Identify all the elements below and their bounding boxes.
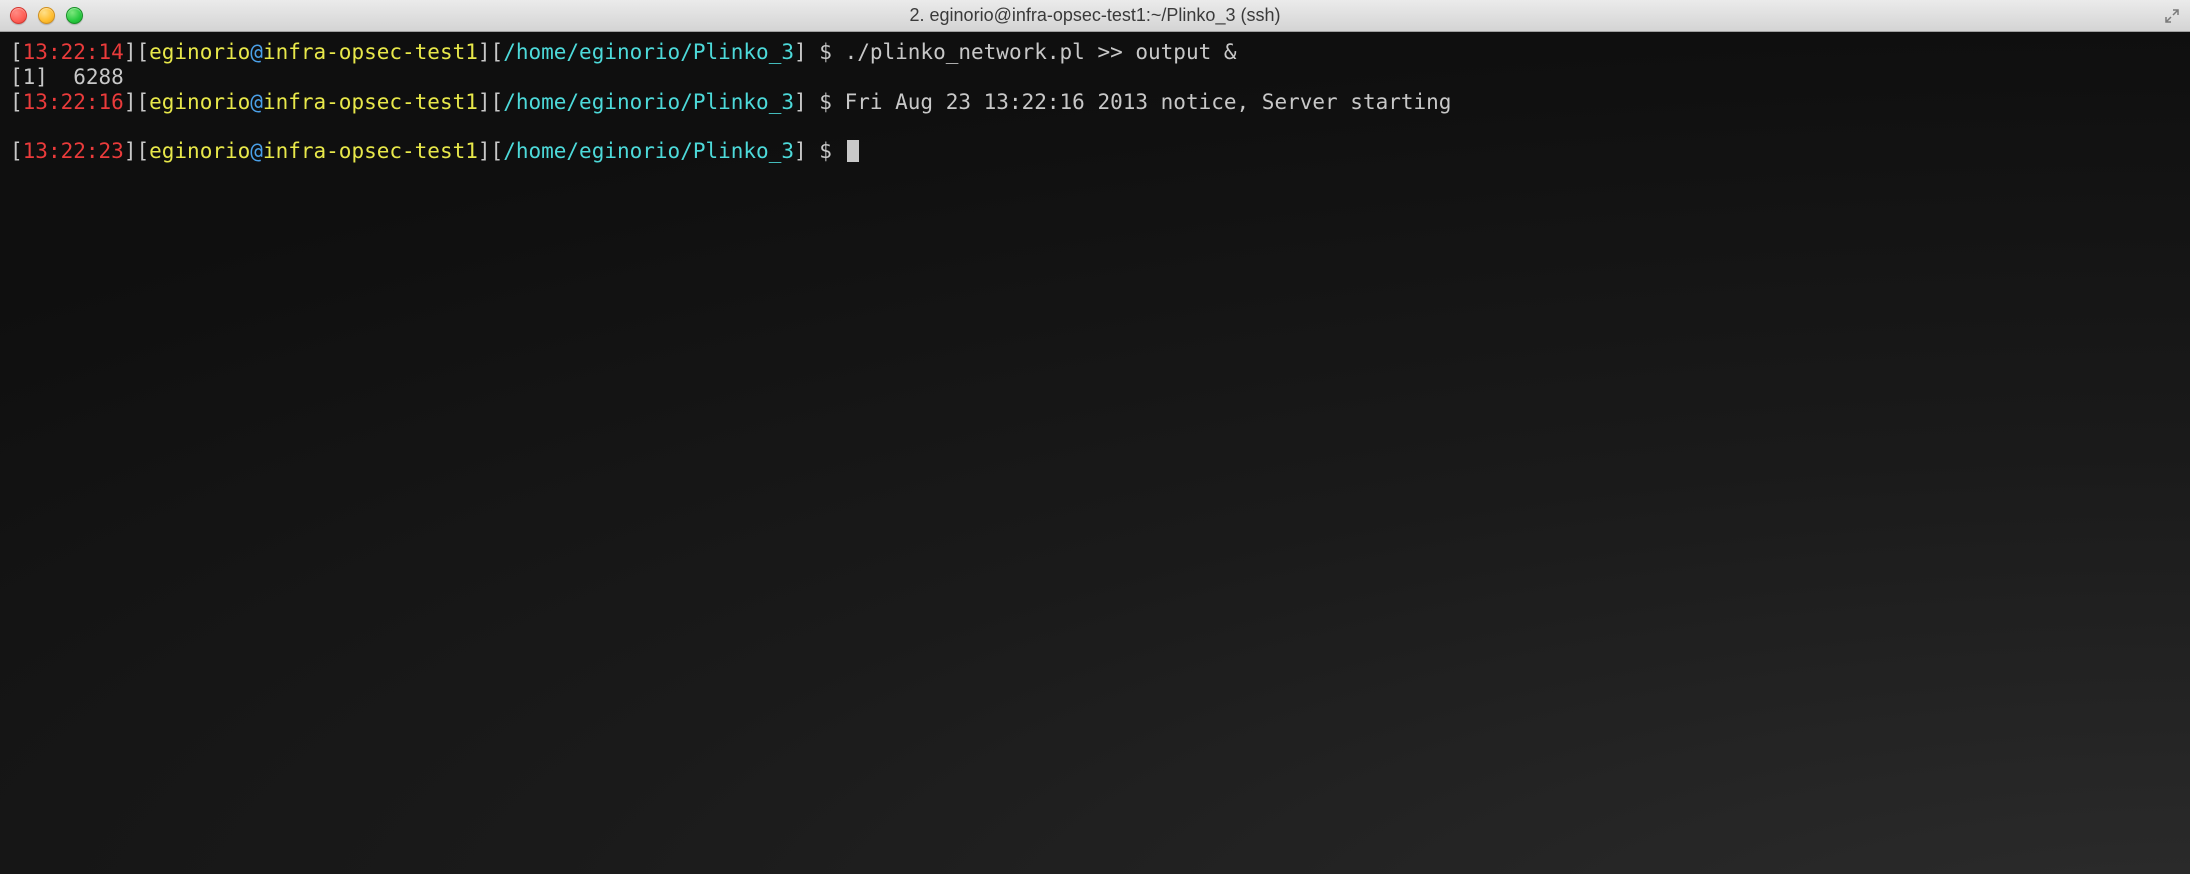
bracket-close: ] (478, 139, 491, 163)
terminal-window: 2. eginorio@infra-opsec-test1:~/Plinko_3… (0, 0, 2190, 874)
bracket-open: [ (136, 90, 149, 114)
prompt-dollar: $ (807, 139, 845, 163)
bracket-close: ] (794, 90, 807, 114)
bracket-close: ] (124, 139, 137, 163)
prompt-host: infra-opsec-test1 (263, 40, 478, 64)
prompt-host: infra-opsec-test1 (263, 90, 478, 114)
prompt-path: /home/eginorio/Plinko_3 (503, 90, 794, 114)
window-title: 2. eginorio@infra-opsec-test1:~/Plinko_3… (0, 5, 2190, 26)
terminal-line: [1] 6288 (10, 65, 2180, 90)
prompt-at: @ (250, 139, 263, 163)
prompt-at: @ (250, 40, 263, 64)
command-text: ./plinko_network.pl >> output & (845, 40, 1237, 64)
prompt-path: /home/eginorio/Plinko_3 (503, 40, 794, 64)
bracket-open: [ (10, 139, 23, 163)
prompt-dollar: $ (807, 40, 845, 64)
timestamp: 13:22:23 (23, 139, 124, 163)
output-text: [1] 6288 (10, 65, 124, 89)
prompt-user: eginorio (149, 139, 250, 163)
zoom-button[interactable] (66, 7, 83, 24)
bracket-close: ] (478, 90, 491, 114)
bracket-open: [ (10, 90, 23, 114)
bracket-close: ] (478, 40, 491, 64)
bracket-close: ] (124, 90, 137, 114)
bracket-open: [ (491, 90, 504, 114)
terminal-body[interactable]: [13:22:14][eginorio@infra-opsec-test1][/… (0, 32, 2190, 874)
bracket-open: [ (491, 40, 504, 64)
command-text: Fri Aug 23 13:22:16 2013 notice, Server … (845, 90, 1452, 114)
terminal-line: [13:22:14][eginorio@infra-opsec-test1][/… (10, 40, 2180, 65)
prompt-path: /home/eginorio/Plinko_3 (503, 139, 794, 163)
bracket-open: [ (136, 139, 149, 163)
bracket-open: [ (136, 40, 149, 64)
fullscreen-icon[interactable] (2162, 6, 2182, 26)
bracket-close: ] (124, 40, 137, 64)
prompt-user: eginorio (149, 40, 250, 64)
timestamp: 13:22:14 (23, 40, 124, 64)
close-button[interactable] (10, 7, 27, 24)
terminal-line (10, 114, 2180, 139)
bracket-close: ] (794, 40, 807, 64)
terminal-line: [13:22:16][eginorio@infra-opsec-test1][/… (10, 90, 2180, 115)
bracket-open: [ (491, 139, 504, 163)
prompt-user: eginorio (149, 90, 250, 114)
bracket-close: ] (794, 139, 807, 163)
prompt-dollar: $ (807, 90, 845, 114)
prompt-host: infra-opsec-test1 (263, 139, 478, 163)
bracket-open: [ (10, 40, 23, 64)
timestamp: 13:22:16 (23, 90, 124, 114)
traffic-lights (10, 7, 83, 24)
titlebar: 2. eginorio@infra-opsec-test1:~/Plinko_3… (0, 0, 2190, 32)
prompt-at: @ (250, 90, 263, 114)
cursor (847, 140, 859, 162)
terminal-line: [13:22:23][eginorio@infra-opsec-test1][/… (10, 139, 2180, 164)
minimize-button[interactable] (38, 7, 55, 24)
